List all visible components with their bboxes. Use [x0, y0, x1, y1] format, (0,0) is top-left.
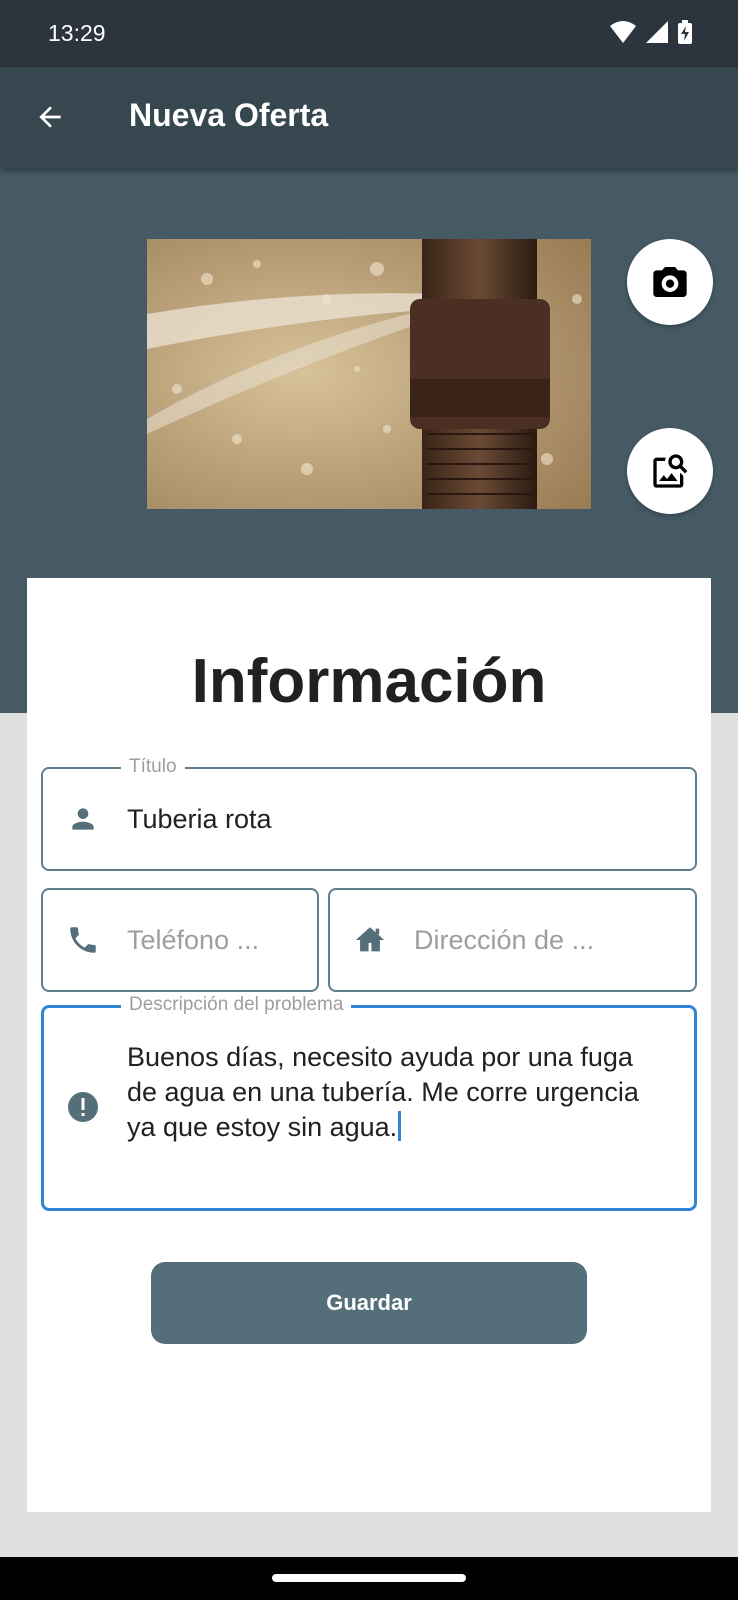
- title-field-label: Título: [121, 756, 185, 778]
- phone-input[interactable]: Teléfono ...: [127, 925, 307, 956]
- page-title: Nueva Oferta: [129, 97, 329, 133]
- address-field[interactable]: Dirección de ...: [328, 888, 697, 992]
- status-bar: 13:29: [0, 0, 738, 67]
- phone-field[interactable]: Teléfono ...: [41, 888, 319, 992]
- text-cursor: [398, 1111, 402, 1141]
- title-input[interactable]: Tuberia rota: [127, 804, 272, 835]
- info-heading: Información: [191, 647, 547, 716]
- back-button[interactable]: [32, 99, 68, 135]
- description-field-label: Descripción del problema: [121, 994, 352, 1016]
- status-time: 13:29: [48, 20, 106, 46]
- gallery-button[interactable]: [627, 428, 713, 514]
- wifi-icon: [610, 21, 636, 43]
- home-gesture-handle[interactable]: [272, 1574, 466, 1582]
- camera-icon: [653, 267, 687, 297]
- title-field[interactable]: Título Tuberia rota: [41, 756, 697, 871]
- address-input[interactable]: Dirección de ...: [414, 925, 684, 956]
- signal-icon: [646, 21, 668, 43]
- status-icons: [610, 20, 692, 44]
- home-icon: [352, 922, 388, 958]
- phone-icon: [65, 922, 101, 958]
- save-button[interactable]: Guardar: [151, 1262, 587, 1344]
- description-text: Buenos días, necesito ayuda por una fuga…: [127, 1042, 639, 1142]
- camera-button[interactable]: [627, 239, 713, 325]
- offer-photo: [147, 239, 591, 509]
- description-field[interactable]: Descripción del problema Buenos días, ne…: [41, 994, 697, 1211]
- battery-charging-icon: [678, 20, 692, 44]
- burst-pipe-photo: [147, 239, 591, 509]
- error-icon: [65, 1089, 101, 1125]
- system-nav-bar: [0, 1557, 738, 1600]
- info-card: Información Título Tuberia rota Teléfono…: [27, 578, 711, 1512]
- arrow-back-icon: [39, 106, 61, 128]
- person-icon: [65, 801, 101, 837]
- image-search-icon: [653, 454, 688, 488]
- app-bar: Nueva Oferta: [0, 67, 738, 168]
- description-input[interactable]: Buenos días, necesito ayuda por una fuga…: [127, 1040, 647, 1145]
